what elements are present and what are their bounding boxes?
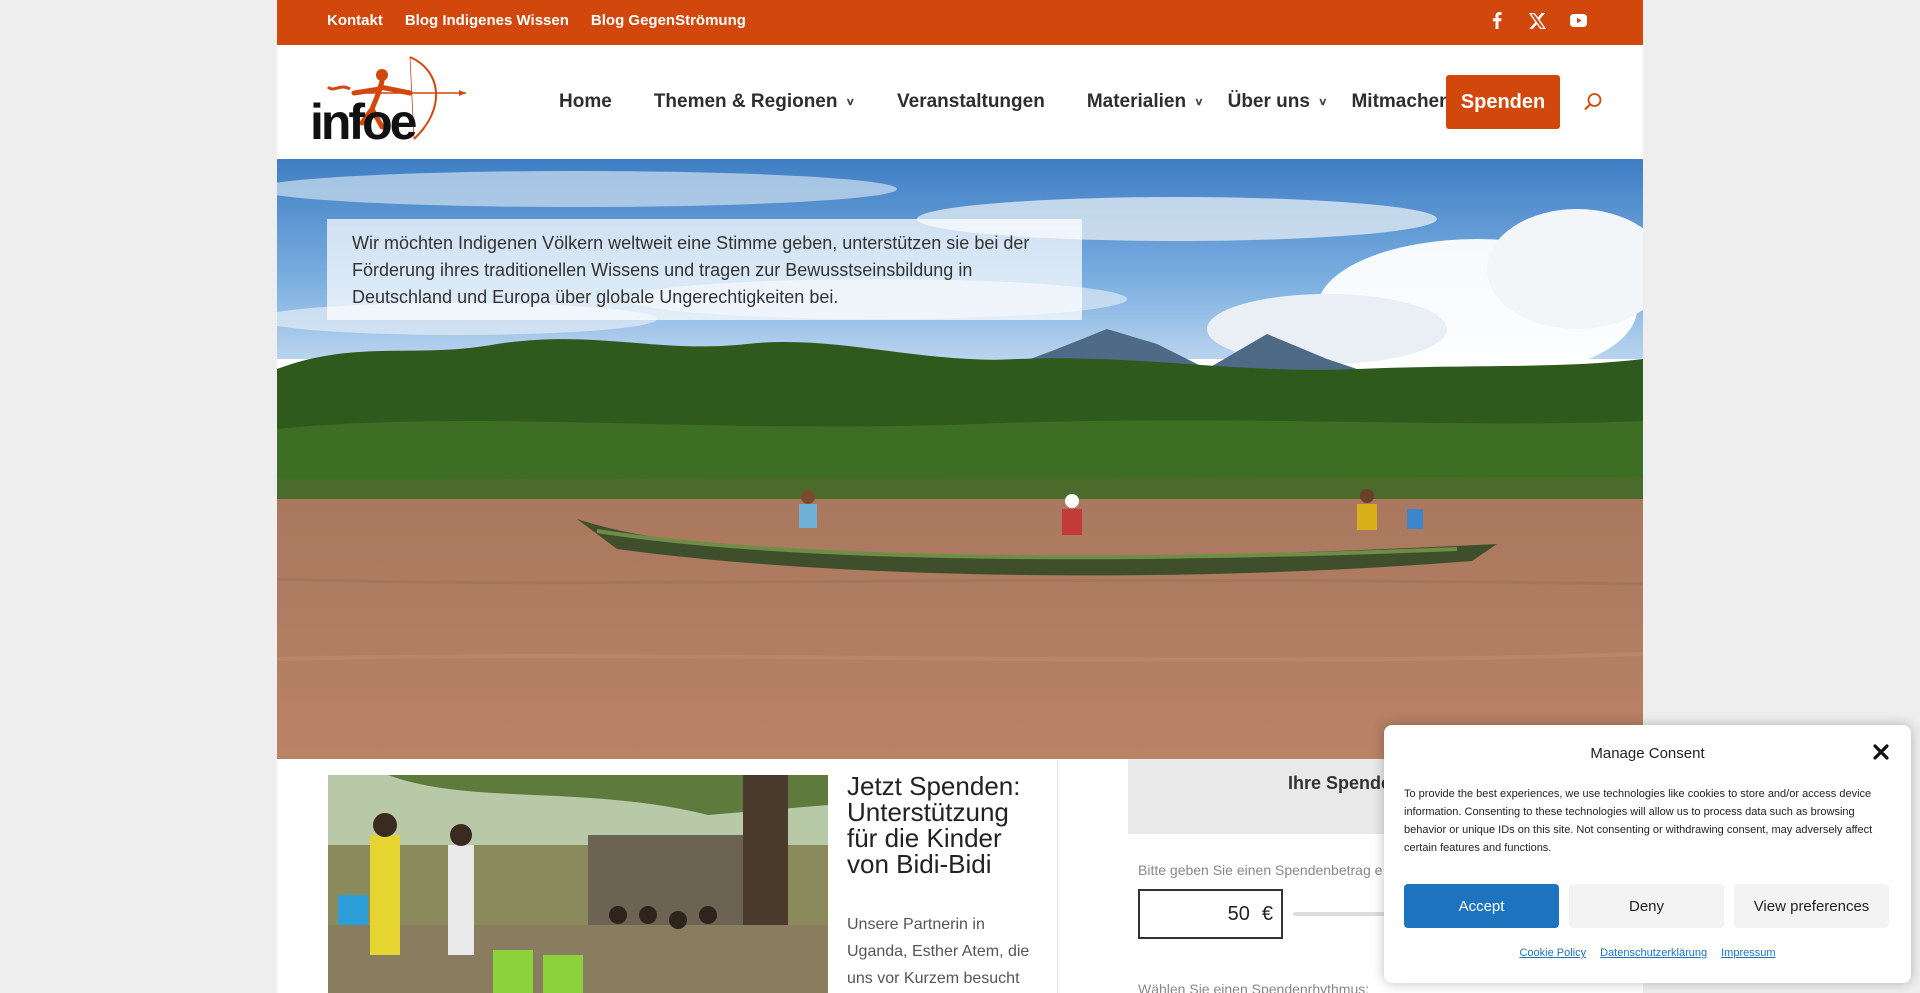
main-nav: Home Themen & Regionen ∨ Veranstaltungen… bbox=[559, 45, 1492, 159]
datenschutz-link[interactable]: Datenschutzerklärung bbox=[1600, 947, 1707, 959]
card-title[interactable]: Jetzt Spenden: Unterstützung für die Kin… bbox=[847, 773, 1032, 877]
x-icon[interactable] bbox=[1528, 11, 1547, 30]
nav-ueber-uns-label: Über uns bbox=[1227, 91, 1310, 112]
consent-dialog: Manage Consent To provide the best exper… bbox=[1384, 725, 1911, 983]
consent-links: Cookie Policy Datenschutzerklärung Impre… bbox=[1384, 947, 1911, 959]
nav-veranstaltungen-label: Veranstaltungen bbox=[897, 91, 1045, 112]
nav-home-label: Home bbox=[559, 91, 612, 112]
top-links: Kontakt Blog Indigenes Wissen Blog Gegen… bbox=[327, 0, 746, 41]
view-preferences-button[interactable]: View preferences bbox=[1734, 884, 1889, 928]
deny-button[interactable]: Deny bbox=[1569, 884, 1724, 928]
spenden-button[interactable]: Spenden bbox=[1446, 75, 1560, 129]
top-link-blog-indigenes-wissen[interactable]: Blog Indigenes Wissen bbox=[405, 12, 569, 29]
consent-text: To provide the best experiences, we use … bbox=[1404, 788, 1873, 854]
nav-ueber-uns[interactable]: Über uns ∨ bbox=[1228, 91, 1328, 113]
nav-mitmachen-label: Mitmachen bbox=[1351, 91, 1451, 112]
youtube-icon[interactable] bbox=[1569, 11, 1588, 30]
donation-rhythm-hint: Wählen Sie einen Spendenrhythmus: bbox=[1138, 981, 1370, 993]
chevron-down-icon: ∨ bbox=[1194, 95, 1204, 108]
top-link-blog-gegenstroemung[interactable]: Blog GegenStrömung bbox=[591, 12, 746, 29]
social-links bbox=[1487, 0, 1588, 41]
infoe-logo[interactable]: infoe bbox=[310, 53, 470, 151]
nav-themen-regionen-label: Themen & Regionen bbox=[653, 91, 838, 112]
accept-button[interactable]: Accept bbox=[1404, 884, 1559, 928]
top-link-kontakt[interactable]: Kontakt bbox=[327, 12, 383, 29]
logo-text: infoe bbox=[310, 94, 417, 150]
nav-materialien[interactable]: Materialien ∨ bbox=[1087, 91, 1204, 113]
search-icon[interactable] bbox=[1583, 92, 1603, 112]
nav-themen-regionen[interactable]: Themen & Regionen ∨ bbox=[654, 91, 855, 113]
donation-amount-hint: Bitte geben Sie einen Spendenbetrag e bbox=[1138, 862, 1383, 878]
nav-veranstaltungen[interactable]: Veranstaltungen bbox=[897, 91, 1045, 113]
facebook-icon[interactable] bbox=[1487, 11, 1506, 30]
nav-home[interactable]: Home bbox=[559, 91, 612, 113]
cookie-policy-link[interactable]: Cookie Policy bbox=[1519, 947, 1586, 959]
donation-amount-value: 50 bbox=[1227, 902, 1250, 925]
hero-image: Wir möchten Indigenen Völkern weltweit e… bbox=[277, 159, 1643, 759]
chevron-down-icon: ∨ bbox=[1317, 95, 1328, 108]
close-icon[interactable] bbox=[1870, 741, 1892, 763]
header: infoe Home Themen & Regionen ∨ Veranstal… bbox=[277, 45, 1643, 159]
currency-symbol: € bbox=[1261, 902, 1273, 925]
donation-amount-input[interactable]: 50 € bbox=[1138, 889, 1283, 939]
card-text: Unsere Partnerin in Uganda, Esther Atem,… bbox=[847, 916, 1030, 987]
donation-heading: Ihre Spende bbox=[1288, 773, 1392, 793]
consent-title: Manage Consent bbox=[1590, 745, 1705, 762]
impressum-link[interactable]: Impressum bbox=[1721, 947, 1775, 959]
card-image[interactable] bbox=[328, 775, 828, 993]
nav-materialien-label: Materialien bbox=[1086, 91, 1187, 112]
top-bar: Kontakt Blog Indigenes Wissen Blog Gegen… bbox=[277, 0, 1643, 45]
chevron-down-icon: ∨ bbox=[845, 95, 855, 108]
hero-mission-text: Wir möchten Indigenen Völkern weltweit e… bbox=[327, 219, 1082, 320]
divider bbox=[1057, 760, 1058, 993]
